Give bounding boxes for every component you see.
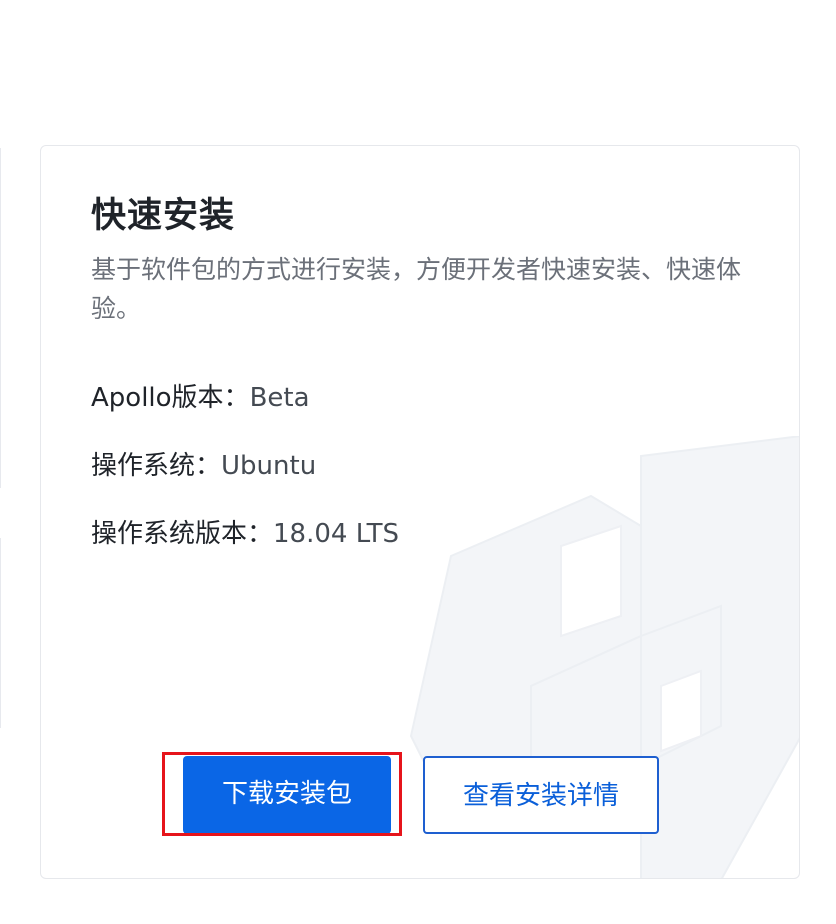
- adjacent-card-edge: [0, 538, 1, 728]
- info-label: 操作系统版本：: [91, 519, 274, 549]
- page: 快速安装 基于软件包的方式进行安装，方便开发者快速安装、快速体验。 Apollo…: [0, 0, 836, 924]
- card-title: 快速安装: [91, 196, 236, 236]
- info-row-apollo-version: Apollo版本：Beta: [91, 381, 310, 415]
- quick-install-card: 快速安装 基于软件包的方式进行安装，方便开发者快速安装、快速体验。 Apollo…: [40, 145, 800, 879]
- info-value: 18.04 LTS: [273, 519, 400, 549]
- card-description: 基于软件包的方式进行安装，方便开发者快速安装、快速体验。: [91, 255, 742, 323]
- adjacent-card-edge: [0, 148, 1, 488]
- download-package-button[interactable]: 下载安装包: [183, 756, 391, 834]
- info-value: Beta: [249, 383, 310, 413]
- info-row-os-version: 操作系统版本：18.04 LTS: [91, 517, 399, 551]
- info-label: 操作系统：: [91, 451, 222, 481]
- info-value: Ubuntu: [221, 451, 317, 481]
- info-label: Apollo版本：: [91, 383, 250, 413]
- view-install-details-button[interactable]: 查看安装详情: [423, 756, 659, 834]
- info-row-os: 操作系统：Ubuntu: [91, 449, 316, 483]
